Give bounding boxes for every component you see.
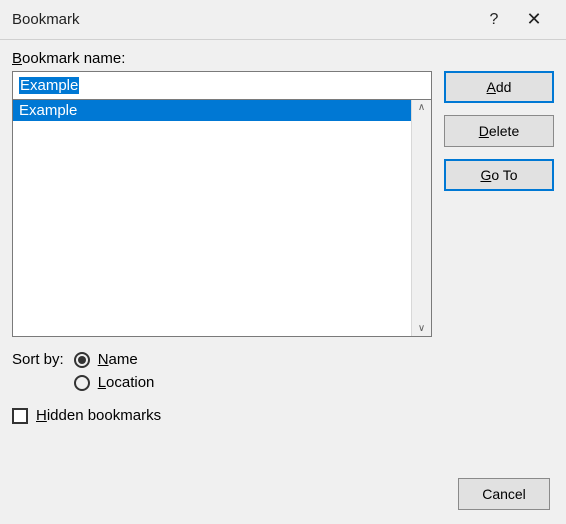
input-selected-text: Example <box>19 77 79 94</box>
right-column: Add Delete Go To <box>444 71 554 337</box>
add-button[interactable]: Add <box>444 71 554 103</box>
close-button[interactable]: ✕ <box>514 4 554 36</box>
close-icon: ✕ <box>526 9 541 30</box>
radio-icon <box>74 375 90 391</box>
left-column: Example Example ∧ ∨ <box>12 71 432 337</box>
radio-label: Location <box>98 374 155 391</box>
scroll-down-icon[interactable]: ∨ <box>418 323 425 334</box>
sort-radio-group: Name Location <box>74 351 155 391</box>
bookmark-name-label: Bookmark name: <box>12 50 554 67</box>
sort-name-radio[interactable]: Name <box>74 351 155 368</box>
main-row: Example Example ∧ ∨ Add Delete Go To <box>12 71 554 337</box>
scrollbar[interactable]: ∧ ∨ <box>411 100 431 336</box>
radio-label: Name <box>98 351 138 368</box>
scroll-up-icon[interactable]: ∧ <box>418 102 425 113</box>
delete-button[interactable]: Delete <box>444 115 554 147</box>
bookmark-listbox[interactable]: Example ∧ ∨ <box>12 99 432 337</box>
dialog-content: Bookmark name: Example Example ∧ ∨ Add <box>0 40 566 434</box>
cancel-button[interactable]: Cancel <box>458 478 550 510</box>
sort-by-section: Sort by: Name Location <box>12 351 554 391</box>
sort-location-radio[interactable]: Location <box>74 374 155 391</box>
hidden-bookmarks-checkbox[interactable]: Hidden bookmarks <box>12 407 554 424</box>
checkbox-label: Hidden bookmarks <box>36 407 161 424</box>
goto-button[interactable]: Go To <box>444 159 554 191</box>
help-icon: ? <box>490 11 499 29</box>
bookmark-name-input[interactable]: Example <box>12 71 432 99</box>
listbox-content: Example <box>13 100 411 336</box>
sort-by-label: Sort by: <box>12 351 64 368</box>
radio-icon <box>74 352 90 368</box>
list-item[interactable]: Example <box>13 100 411 121</box>
checkbox-icon <box>12 408 28 424</box>
help-button[interactable]: ? <box>474 4 514 36</box>
dialog-title: Bookmark <box>12 11 474 28</box>
titlebar: Bookmark ? ✕ <box>0 0 566 40</box>
